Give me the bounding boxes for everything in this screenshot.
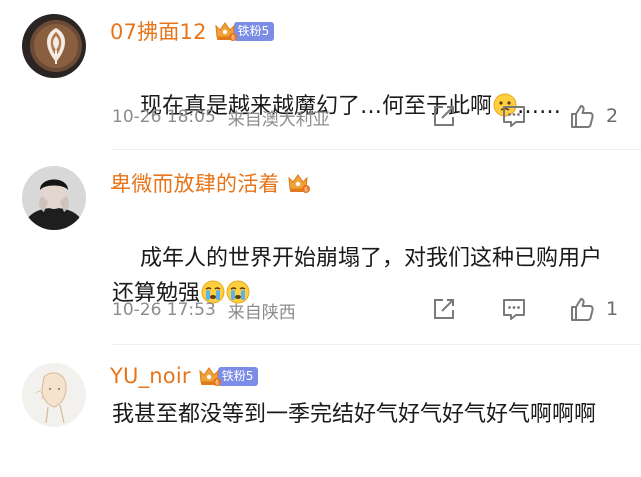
avatar[interactable] <box>22 166 86 230</box>
timestamp: 10-26 18:05 <box>112 107 216 127</box>
comment-item: 07拂面12 铁粉5 现在真是越来越魔幻了…何至于此啊…… 10-26 18:0… <box>0 0 641 150</box>
avatar[interactable] <box>22 363 86 427</box>
repost-icon[interactable] <box>430 102 458 130</box>
comment-item: YU_noir 铁粉5 我甚至都没等到一季完结好气好气好气好气啊啊啊 <box>0 345 641 477</box>
comment-text: 成年人的世界开始崩塌了，对我们这种已购用户还算勉强 <box>112 206 612 346</box>
like-count: 2 <box>606 105 619 127</box>
location: 来自澳大利亚 <box>227 109 330 130</box>
comment-item: 卑微而放肆的活着 成年人的世界开始崩塌了，对我们这种已购用户还算勉强 10-26… <box>0 150 641 345</box>
repost-icon[interactable] <box>430 295 458 323</box>
username[interactable]: YU_noir <box>110 364 191 388</box>
location: 来自陕西 <box>227 302 296 323</box>
sketch-portrait-image <box>22 363 86 427</box>
reply-icon[interactable] <box>500 295 528 323</box>
username[interactable]: 07拂面12 <box>110 16 207 46</box>
portrait-image <box>22 166 86 230</box>
name-row: 07拂面12 铁粉5 <box>110 16 275 46</box>
crown-badge-icon <box>286 172 310 194</box>
like-icon[interactable] <box>568 295 596 323</box>
latte-art-image <box>22 14 86 78</box>
like-count: 1 <box>606 298 619 320</box>
crown-badge-icon <box>213 20 237 42</box>
like-button[interactable]: 1 <box>568 295 618 323</box>
fan-badge[interactable]: 铁粉5 <box>233 21 275 41</box>
name-row: 卑微而放肆的活着 <box>110 168 310 198</box>
fan-badge[interactable]: 铁粉5 <box>217 366 259 386</box>
avatar[interactable] <box>22 14 86 78</box>
reply-icon[interactable] <box>500 102 528 130</box>
comment-meta: 10-26 17:53 来自陕西 <box>112 297 296 323</box>
comment-text: 我甚至都没等到一季完结好气好气好气好气啊啊啊 <box>112 402 597 427</box>
like-icon[interactable] <box>568 102 596 130</box>
name-row: YU_noir 铁粉5 <box>110 361 259 391</box>
timestamp: 10-26 17:53 <box>112 300 216 320</box>
crown-badge-icon <box>197 365 221 387</box>
like-button[interactable]: 2 <box>568 102 618 130</box>
username[interactable]: 卑微而放肆的活着 <box>110 168 280 198</box>
comment-meta: 10-26 18:05 来自澳大利亚 <box>112 104 330 130</box>
